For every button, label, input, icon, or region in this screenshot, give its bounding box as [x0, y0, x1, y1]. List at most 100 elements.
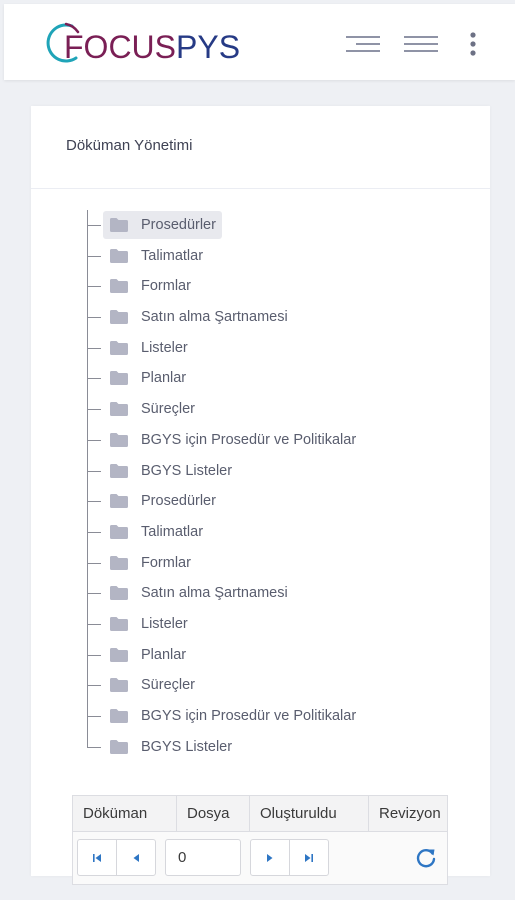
folder-icon — [110, 739, 128, 754]
logo-text-pys: PYS — [176, 29, 241, 65]
folder-node[interactable]: Planlar — [103, 364, 192, 392]
column-header-revision[interactable]: Revizyon — [369, 796, 447, 831]
tree-row: Talimatlar — [87, 241, 477, 272]
folder-icon — [110, 678, 128, 693]
folder-node[interactable]: Formlar — [103, 272, 197, 300]
tree-row: Prosedürler — [87, 210, 477, 241]
folder-icon — [110, 279, 128, 294]
tree-row: Süreçler — [87, 670, 477, 701]
folder-label: Listeler — [141, 339, 188, 356]
tree-branch-line — [87, 716, 101, 717]
tree-branch-line — [87, 685, 101, 687]
folder-label: Talimatlar — [141, 247, 204, 264]
tree-row: Talimatlar — [87, 517, 477, 548]
folder-node[interactable]: BGYS Listeler — [103, 733, 238, 761]
tree-branch-line — [87, 562, 101, 564]
last-page-button[interactable] — [289, 839, 329, 876]
folder-node[interactable]: Talimatlar — [103, 242, 209, 270]
previous-page-icon — [133, 853, 139, 862]
previous-page-button[interactable] — [116, 839, 156, 876]
folder-node[interactable]: BGYS için Prosedür ve Politikalar — [103, 702, 362, 730]
tree-row: Planlar — [87, 640, 477, 671]
brand-logo[interactable]: FOCUSPYS — [42, 20, 272, 68]
folder-label: BGYS için Prosedür ve Politikalar — [141, 431, 357, 448]
folder-icon — [110, 402, 128, 417]
tree-branch-line — [87, 654, 101, 656]
tree-branch-line — [87, 225, 101, 226]
column-header-created[interactable]: Oluşturuldu — [250, 796, 369, 831]
tree-row: Listeler — [87, 333, 477, 364]
grid-pager — [73, 832, 447, 884]
folder-label: BGYS Listeler — [141, 738, 233, 755]
folder-node[interactable]: Talimatlar — [103, 518, 209, 546]
logo-text: FOCUSPYS — [64, 29, 240, 65]
folder-label: Satın alma Şartnamesi — [141, 585, 288, 602]
folder-label: Planlar — [141, 370, 187, 387]
folder-icon — [110, 494, 128, 509]
folder-icon — [110, 586, 128, 601]
refresh-icon[interactable] — [413, 845, 439, 871]
page-number-input[interactable] — [165, 839, 241, 876]
tree-branch-line — [87, 255, 101, 257]
folder-node[interactable]: Prosedürler — [103, 211, 222, 239]
tree-row: Prosedürler — [87, 486, 477, 517]
tree-branch-line — [87, 746, 101, 748]
tree-branch-line — [87, 439, 101, 441]
folder-node[interactable]: Süreçler — [103, 395, 201, 423]
folder-label: BGYS Listeler — [141, 462, 233, 479]
folder-label: Listeler — [141, 615, 188, 632]
grid-header-row: Döküman Dosya Oluşturuldu Revizyon — [73, 796, 447, 832]
kebab-menu-icon[interactable] — [464, 28, 488, 60]
folder-icon — [110, 463, 128, 478]
document-management-card: Döküman Yönetimi Prosedürler Talimatlar Fo… — [31, 106, 490, 876]
tree-branch-line — [87, 286, 101, 288]
folder-icon — [110, 310, 128, 325]
column-header-document[interactable]: Döküman — [73, 796, 177, 831]
tree-row: Süreçler — [87, 394, 477, 425]
folder-icon — [110, 524, 128, 539]
folder-node[interactable]: BGYS Listeler — [103, 457, 238, 485]
folder-icon — [110, 709, 128, 723]
tree-branch-line — [87, 623, 101, 625]
tree-branch-line — [87, 409, 101, 411]
folder-node[interactable]: Süreçler — [103, 671, 201, 699]
folder-node[interactable]: Planlar — [103, 641, 192, 669]
tree-row: BGYS Listeler — [87, 732, 477, 763]
first-page-icon — [93, 853, 101, 862]
folder-node[interactable]: Prosedürler — [103, 487, 222, 515]
tree-row: Satın alma Şartnamesi — [87, 302, 477, 333]
folder-icon — [110, 371, 128, 386]
folder-node[interactable]: Listeler — [103, 334, 194, 362]
tree-branch-line — [87, 378, 101, 380]
tree-row: BGYS için Prosedür ve Politikalar — [87, 701, 477, 732]
folder-tree: Prosedürler Talimatlar Formlar Satın alma Ş… — [87, 210, 477, 762]
tree-row: BGYS Listeler — [87, 456, 477, 487]
folder-node[interactable]: BGYS için Prosedür ve Politikalar — [103, 426, 362, 454]
align-right-menu-icon[interactable] — [344, 28, 388, 60]
folder-label: Talimatlar — [141, 523, 204, 540]
folder-node[interactable]: Listeler — [103, 610, 194, 638]
folder-label: Prosedürler — [141, 217, 216, 233]
folder-label: Prosedürler — [141, 493, 216, 510]
tree-row: Planlar — [87, 363, 477, 394]
folder-node[interactable]: Formlar — [103, 549, 197, 577]
hamburger-menu-icon[interactable] — [402, 28, 444, 60]
tree-branch-line — [87, 317, 101, 319]
next-page-icon — [267, 853, 273, 862]
folder-label: Süreçler — [141, 677, 195, 694]
first-page-button[interactable] — [77, 839, 117, 876]
tree-branch-line — [87, 501, 101, 503]
page-title: Döküman Yönetimi — [66, 137, 193, 154]
tree-branch-line — [87, 593, 101, 595]
next-page-button[interactable] — [250, 839, 290, 876]
folder-label: Formlar — [141, 554, 191, 571]
folder-node[interactable]: Satın alma Şartnamesi — [103, 579, 294, 607]
folder-icon — [110, 616, 128, 631]
last-page-icon — [305, 853, 313, 862]
tree-branch-line — [87, 470, 101, 472]
folder-icon — [110, 340, 128, 355]
folder-icon — [110, 647, 128, 662]
folder-icon — [110, 248, 128, 263]
column-header-file[interactable]: Dosya — [177, 796, 250, 831]
folder-node[interactable]: Satın alma Şartnamesi — [103, 303, 294, 331]
